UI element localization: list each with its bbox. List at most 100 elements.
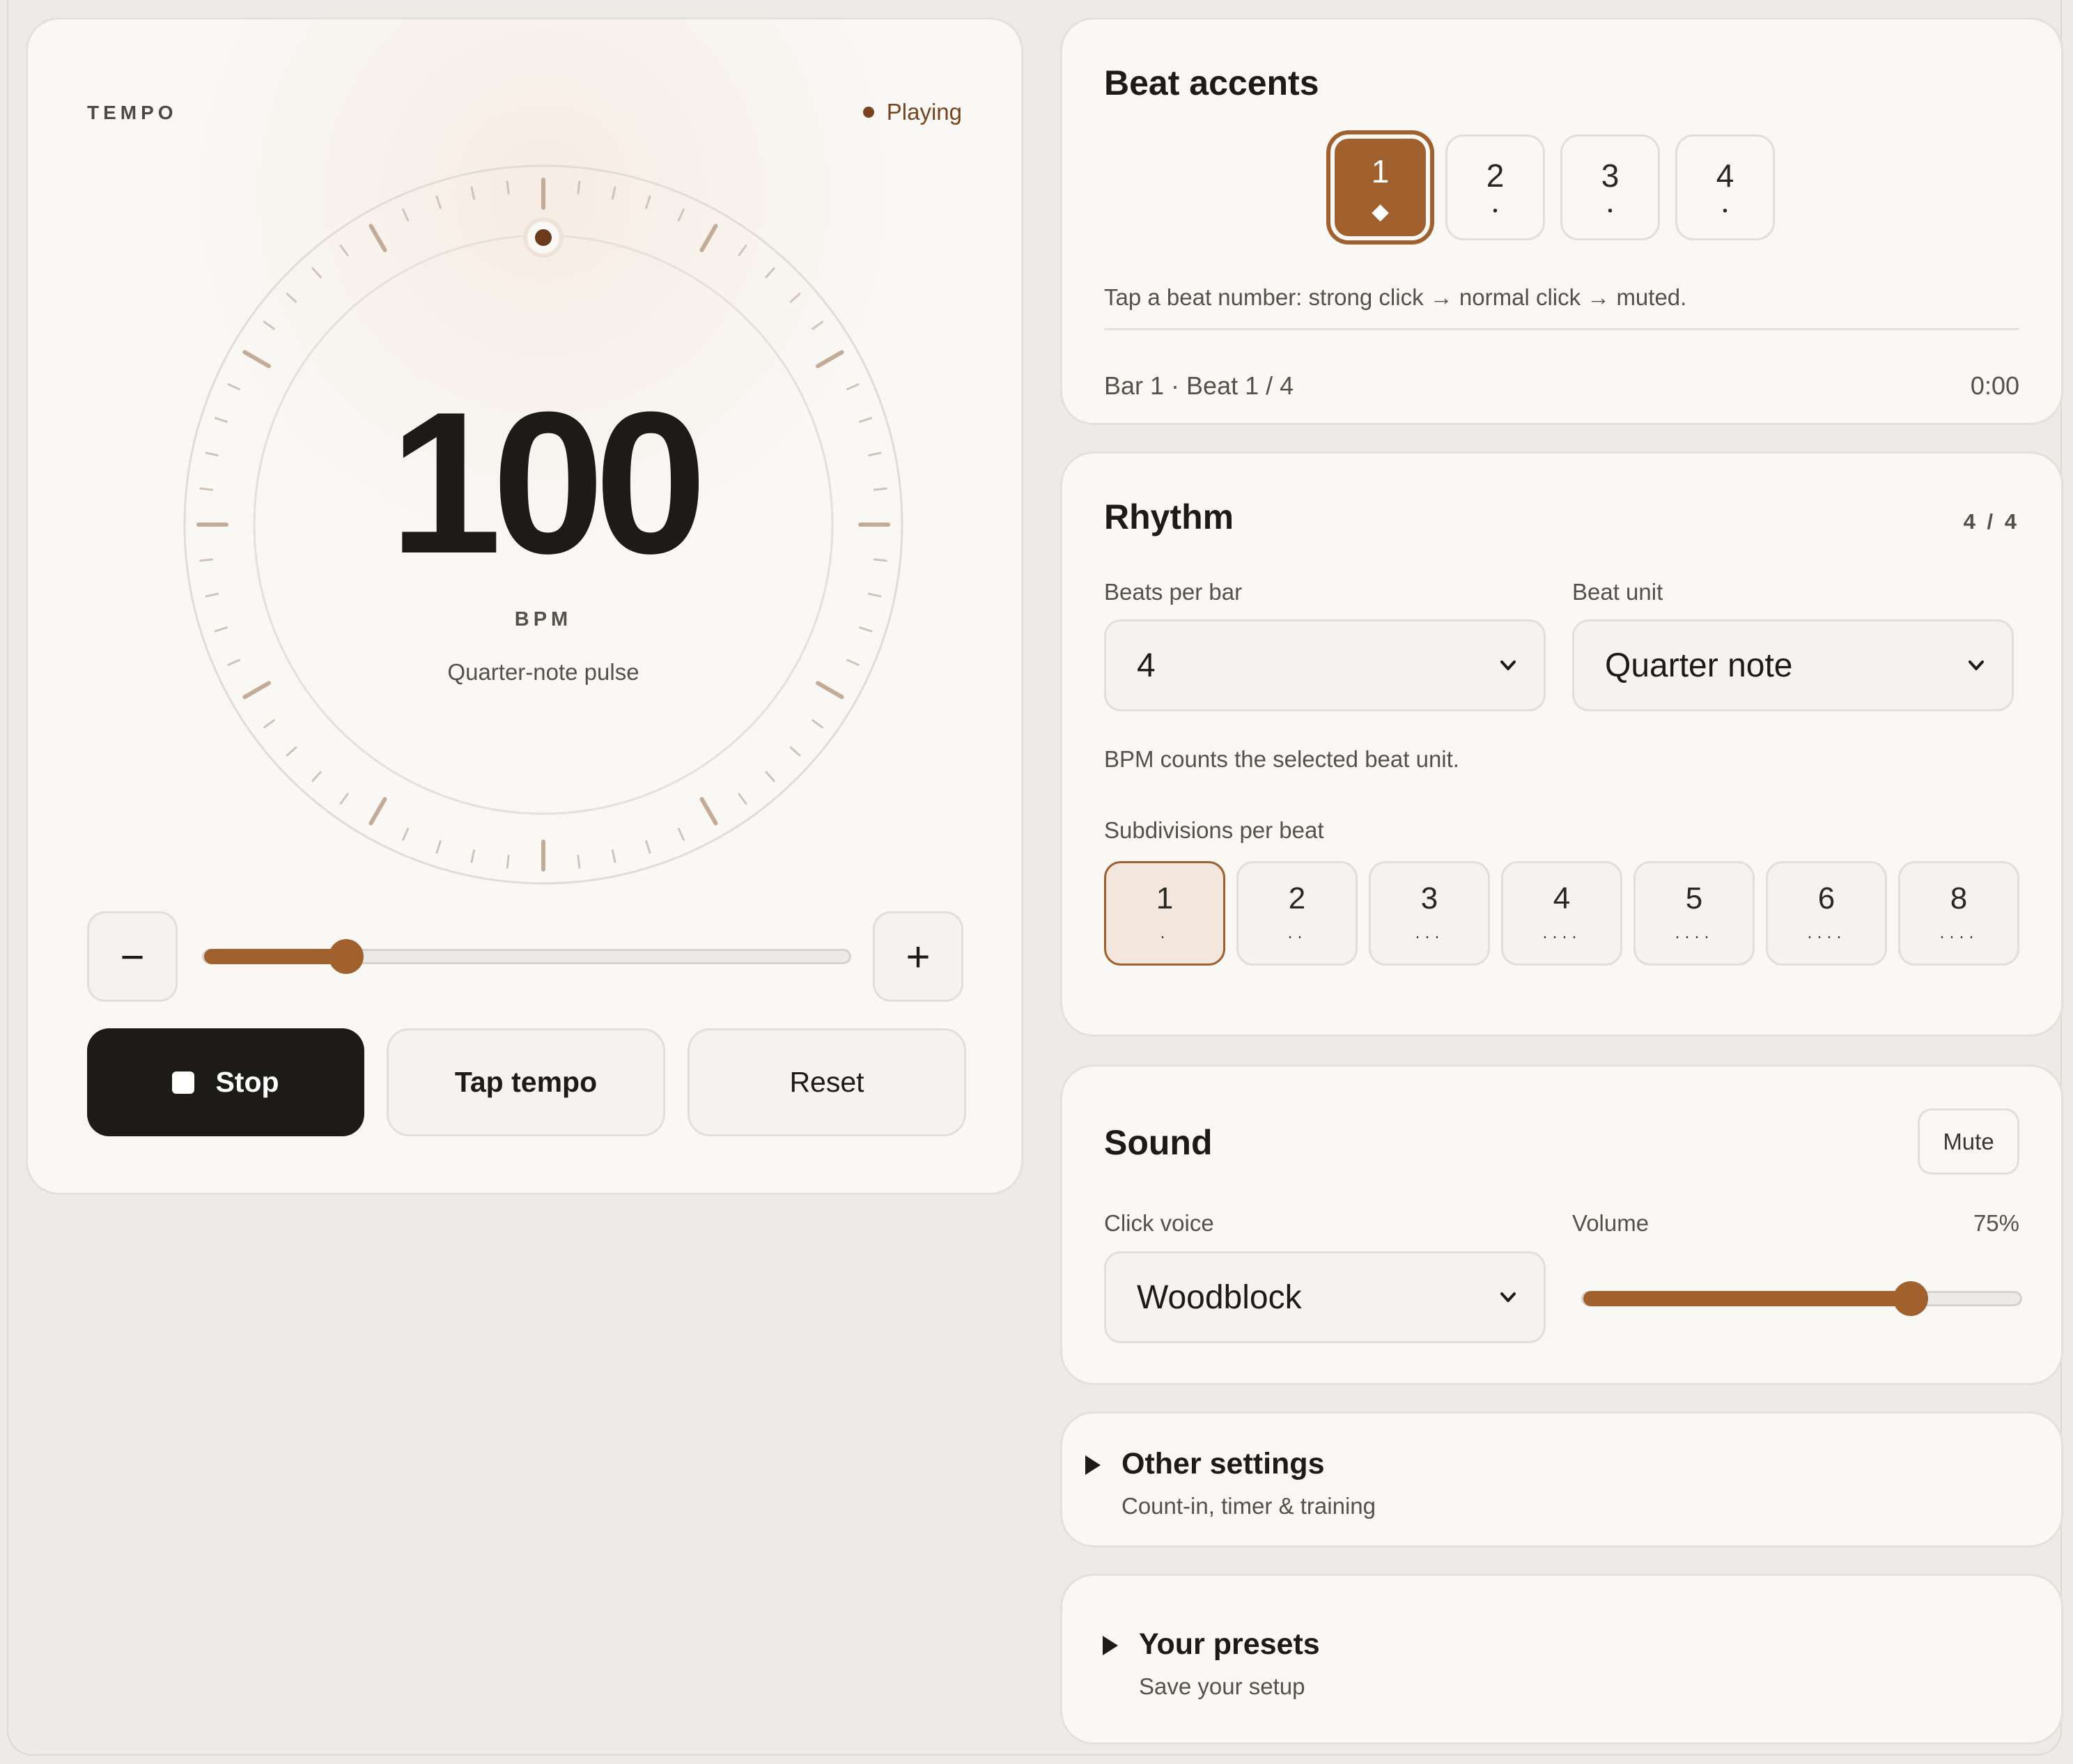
dial-tick xyxy=(738,793,747,805)
subdivision-dots: ···· xyxy=(1542,927,1581,946)
beat-unit-select[interactable]: Quarter note xyxy=(1572,619,2014,711)
accents-hint: Tap a beat number: strong click → normal… xyxy=(1104,284,1687,310)
dial-tick xyxy=(263,719,275,729)
chevron-down-icon xyxy=(1969,660,1984,670)
subdivision-label: 2 xyxy=(1288,881,1306,915)
dial-tick xyxy=(242,350,271,369)
accent-beat-3[interactable]: 3 • xyxy=(1560,134,1660,240)
subdivision-5[interactable]: 5 ···· xyxy=(1633,861,1755,966)
mute-button[interactable]: Mute xyxy=(1918,1108,2019,1175)
dial-tick xyxy=(577,180,581,195)
dial-tick xyxy=(402,828,410,841)
other-settings-subtitle: Count-in, timer & training xyxy=(1121,1493,1376,1519)
dial-tick xyxy=(506,854,510,869)
reset-button[interactable]: Reset xyxy=(688,1028,966,1136)
tap-tempo-button[interactable]: Tap tempo xyxy=(387,1028,665,1136)
other-settings-title: Other settings xyxy=(1121,1447,1325,1480)
subdivision-label: 3 xyxy=(1420,881,1438,915)
beats-per-bar-select[interactable]: 4 xyxy=(1104,619,1546,711)
volume-label: Volume xyxy=(1572,1210,1649,1236)
tempo-slider-thumb[interactable] xyxy=(328,939,364,974)
beat-unit-label: Beat unit xyxy=(1572,579,1663,605)
stop-square-icon xyxy=(172,1071,195,1094)
volume-slider[interactable] xyxy=(1581,1281,2022,1316)
subdivision-1[interactable]: 1 · xyxy=(1104,861,1225,966)
tempo-eyebrow: TEMPO xyxy=(87,102,178,123)
subdivision-dots: ··· xyxy=(1415,927,1444,946)
chevron-down-icon xyxy=(1500,1292,1516,1302)
tempo-slider-fill xyxy=(204,949,346,964)
dial-tick xyxy=(699,224,718,252)
volume-percent: 75% xyxy=(1973,1210,2019,1236)
click-voice-select[interactable]: Woodblock xyxy=(1104,1251,1546,1343)
other-settings-disclosure[interactable]: Other settings Count-in, timer & trainin… xyxy=(1060,1411,2063,1547)
bar-beat-readout: Bar 1 · Beat 1 / 4 xyxy=(1104,371,1294,400)
subdivision-4[interactable]: 4 ···· xyxy=(1501,861,1622,966)
rhythm-card: Rhythm 4 / 4 Beats per bar 4 Beat unit Q… xyxy=(1060,451,2063,1037)
dial-tick xyxy=(286,293,297,303)
stop-label: Stop xyxy=(215,1066,279,1098)
subdivision-label: 8 xyxy=(1950,881,1968,915)
subdivision-3[interactable]: 3 ··· xyxy=(1369,861,1490,966)
dial-tick xyxy=(368,797,387,826)
rhythm-title: Rhythm xyxy=(1104,497,1234,536)
accent-beat-2[interactable]: 2 • xyxy=(1445,134,1545,240)
beat-accents-title: Beat accents xyxy=(1104,63,1319,102)
dial-tick xyxy=(645,840,651,854)
accent-beat-label: 3 xyxy=(1601,157,1620,194)
dial-tick xyxy=(789,746,801,757)
sound-title: Sound xyxy=(1104,1123,1213,1162)
accent-beat-label: 2 xyxy=(1486,157,1505,194)
dial-tick xyxy=(812,320,823,330)
subdivision-label: 4 xyxy=(1553,881,1571,915)
subdivision-dots: ···· xyxy=(1807,927,1846,946)
dial-tick xyxy=(402,208,410,222)
divider xyxy=(1104,328,2019,330)
dial-tick xyxy=(311,267,322,279)
dial-tick xyxy=(789,293,801,303)
beats-per-bar-label: Beats per bar xyxy=(1104,579,1243,605)
accent-beat-label: 1 xyxy=(1371,153,1390,189)
dial-tick xyxy=(339,793,349,805)
presets-subtitle: Save your setup xyxy=(1139,1673,1305,1699)
chevron-down-icon xyxy=(1500,660,1516,670)
diamond-icon: ◆ xyxy=(1372,199,1389,224)
subdivision-2[interactable]: 2 ·· xyxy=(1236,861,1358,966)
subdivision-dots: ···· xyxy=(1675,927,1714,946)
subdivisions-label: Subdivisions per beat xyxy=(1104,817,1324,843)
accent-beat-4[interactable]: 4 • xyxy=(1675,134,1775,240)
triangle-right-icon xyxy=(1103,1636,1118,1655)
click-voice-label: Click voice xyxy=(1104,1210,1214,1236)
dial-tick xyxy=(611,186,616,200)
dial-tick xyxy=(699,797,718,826)
dial-tick xyxy=(868,592,882,598)
subdivision-label: 1 xyxy=(1156,881,1174,915)
dial-tick xyxy=(506,180,510,195)
time-signature-badge: 4 / 4 xyxy=(1963,509,2019,534)
dial-tick xyxy=(368,224,387,252)
click-voice-value: Woodblock xyxy=(1137,1278,1302,1316)
increase-tempo-button[interactable]: + xyxy=(873,911,963,1002)
subdivision-label: 6 xyxy=(1817,881,1835,915)
dot-icon: • xyxy=(1607,203,1613,219)
triangle-right-icon xyxy=(1085,1455,1101,1475)
volume-slider-thumb[interactable] xyxy=(1893,1281,1929,1316)
accent-beat-label: 4 xyxy=(1716,157,1734,194)
dial-tick xyxy=(205,592,219,598)
subdivision-6[interactable]: 6 ···· xyxy=(1766,861,1887,966)
subdivision-label: 5 xyxy=(1685,881,1703,915)
beat-accents-card: Beat accents 1 ◆ 2 • 3 • 4 • Tap a beat number:… xyxy=(1060,17,2063,425)
playing-status: Playing xyxy=(862,99,962,125)
presets-disclosure[interactable]: Your presets Save your setup xyxy=(1060,1574,2063,1744)
tempo-card: TEMPO Playing 100 BPM Quarter-note pulse… xyxy=(26,17,1023,1195)
dial-tick xyxy=(470,849,476,863)
stop-button[interactable]: Stop xyxy=(87,1028,364,1136)
dial-tick xyxy=(738,245,747,256)
decrease-tempo-button[interactable]: − xyxy=(87,911,178,1002)
accent-beat-1[interactable]: 1 ◆ xyxy=(1330,134,1430,240)
subdivision-8[interactable]: 8 ···· xyxy=(1898,861,2019,966)
status-label: Playing xyxy=(886,99,962,125)
tempo-slider[interactable] xyxy=(202,939,851,974)
elapsed-timer: 0:00 xyxy=(1970,371,2019,400)
dial-tick xyxy=(816,350,844,369)
